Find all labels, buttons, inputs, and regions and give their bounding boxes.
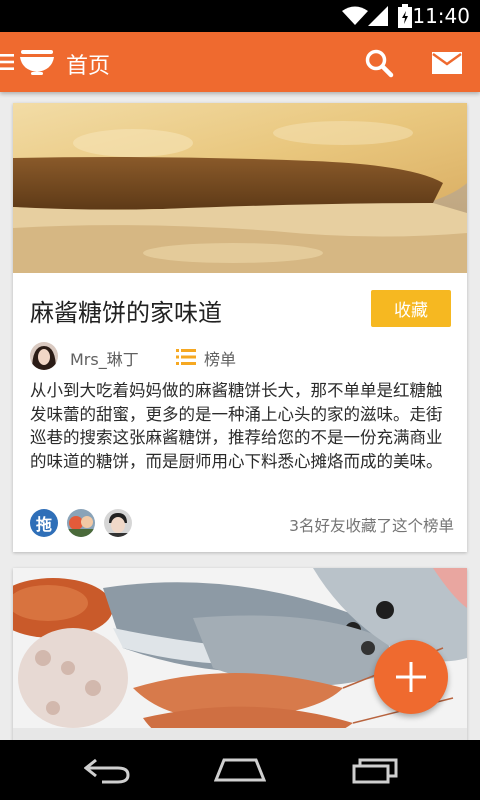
back-icon[interactable] (84, 756, 130, 784)
author-name[interactable]: Mrs_琳丁 (70, 346, 139, 370)
friend-avatar[interactable] (67, 509, 95, 537)
page-title: 首页 (66, 54, 111, 79)
bowl-icon (20, 50, 54, 75)
wifi-icon (342, 6, 368, 25)
friend-avatar[interactable]: 拖 (30, 509, 58, 537)
collect-button[interactable]: 收藏 (371, 290, 451, 327)
list-icon (176, 349, 196, 365)
card-description: 从小到大吃着妈妈做的麻酱糖饼长大，那不单单是红糖触发味蕾的甜蜜，更多的是一种涌上… (30, 381, 443, 471)
mail-icon[interactable] (432, 52, 462, 74)
clock: 11:40 (412, 4, 470, 28)
battery-icon (398, 4, 412, 28)
menu-icon[interactable] (0, 52, 14, 72)
list-label[interactable]: 榜单 (204, 346, 236, 370)
signal-icon (368, 6, 388, 26)
friend-avatar[interactable] (104, 509, 132, 537)
app-bar: 首页 (0, 32, 480, 92)
system-nav-bar (0, 740, 480, 800)
add-button[interactable] (374, 640, 448, 714)
friends-collected-text: 3名好友收藏了这个榜单 (289, 517, 454, 535)
friends-row[interactable]: 拖 3名好友收藏了这个榜单 (30, 509, 454, 539)
recents-icon[interactable] (352, 756, 398, 784)
add-icon (396, 662, 426, 692)
author-avatar[interactable] (30, 342, 58, 370)
author-row: Mrs_琳丁 榜单 (30, 342, 450, 372)
food-photo (13, 103, 467, 273)
status-bar: 11:40 (0, 0, 480, 32)
feed-card[interactable]: 麻酱糖饼的家味道 收藏 Mrs_琳丁 榜单 从小到大吃着妈妈做的麻酱糖饼长大，那… (13, 103, 467, 552)
home-icon[interactable] (214, 756, 266, 784)
search-icon[interactable] (364, 48, 394, 78)
card-title[interactable]: 麻酱糖饼的家味道 (30, 293, 222, 328)
